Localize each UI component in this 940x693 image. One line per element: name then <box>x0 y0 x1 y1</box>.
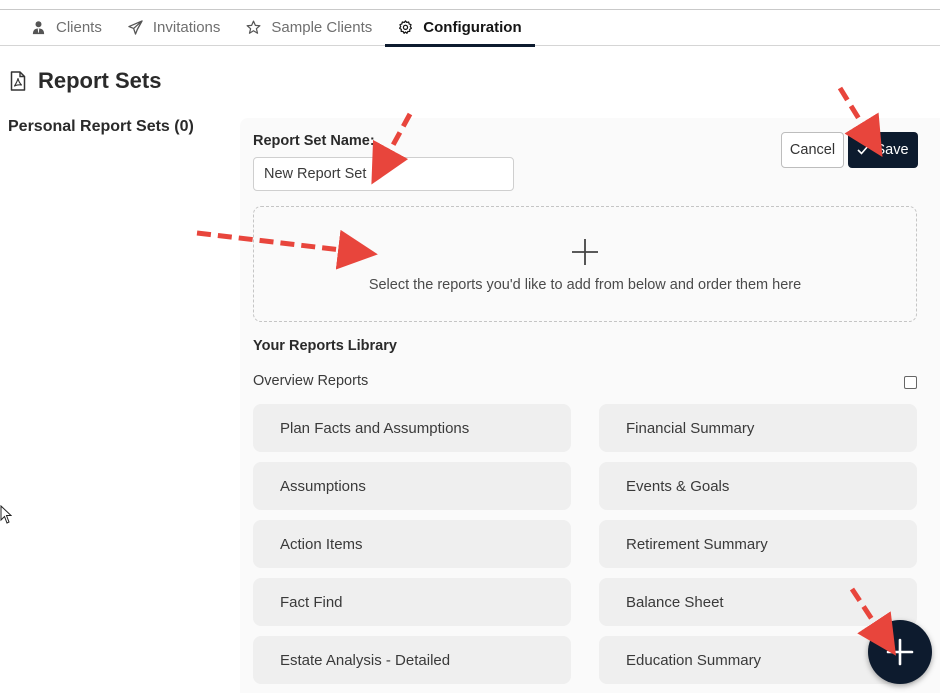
pdf-file-icon <box>10 71 26 91</box>
report-card-estate-analysis[interactable]: Estate Analysis - Detailed <box>253 636 571 684</box>
report-card-balance-sheet[interactable]: Balance Sheet <box>599 578 917 626</box>
report-card-events-goals[interactable]: Events & Goals <box>599 462 917 510</box>
checkmark-icon <box>857 145 870 155</box>
page-title: Report Sets <box>10 68 161 94</box>
cancel-button[interactable]: Cancel <box>781 132 844 168</box>
report-card-assumptions[interactable]: Assumptions <box>253 462 571 510</box>
save-button[interactable]: Save <box>848 132 918 168</box>
add-fab-button[interactable] <box>868 620 932 684</box>
report-set-name-input[interactable] <box>253 157 514 191</box>
mouse-cursor-icon <box>0 505 12 524</box>
report-card-fact-find[interactable]: Fact Find <box>253 578 571 626</box>
user-tie-icon <box>32 21 45 35</box>
report-dropzone[interactable]: Select the reports you'd like to add fro… <box>253 206 917 322</box>
tab-bar: Clients Invitations Sample Clients Confi… <box>0 10 940 47</box>
tab-sample-clients[interactable]: Sample Clients <box>233 10 385 45</box>
tab-invitations[interactable]: Invitations <box>115 10 234 45</box>
overview-reports-checkbox[interactable] <box>904 376 917 389</box>
save-button-label: Save <box>875 142 909 158</box>
dropzone-hint: Select the reports you'd like to add fro… <box>368 277 802 293</box>
tab-sample-clients-label: Sample Clients <box>271 19 373 36</box>
report-card-retirement-summary[interactable]: Retirement Summary <box>599 520 917 568</box>
report-set-name-label: Report Set Name: <box>253 133 375 149</box>
plus-icon <box>886 638 914 666</box>
personal-report-sets-heading[interactable]: Personal Report Sets (0) <box>8 118 194 136</box>
tab-clients-label: Clients <box>56 19 102 36</box>
plus-icon <box>572 239 598 265</box>
paper-plane-icon <box>128 20 143 35</box>
report-card-financial-summary[interactable]: Financial Summary <box>599 404 917 452</box>
gear-icon <box>399 20 413 34</box>
tab-configuration-label: Configuration <box>423 19 522 36</box>
reports-library-title: Your Reports Library <box>253 338 397 354</box>
report-card-action-items[interactable]: Action Items <box>253 520 571 568</box>
page-title-text: Report Sets <box>38 68 162 93</box>
report-card-plan-facts[interactable]: Plan Facts and Assumptions <box>253 404 571 452</box>
star-icon <box>246 20 261 34</box>
tab-clients[interactable]: Clients <box>18 10 115 45</box>
overview-reports-label: Overview Reports <box>253 373 369 389</box>
tab-configuration[interactable]: Configuration <box>385 10 535 47</box>
tab-invitations-label: Invitations <box>152 19 221 36</box>
